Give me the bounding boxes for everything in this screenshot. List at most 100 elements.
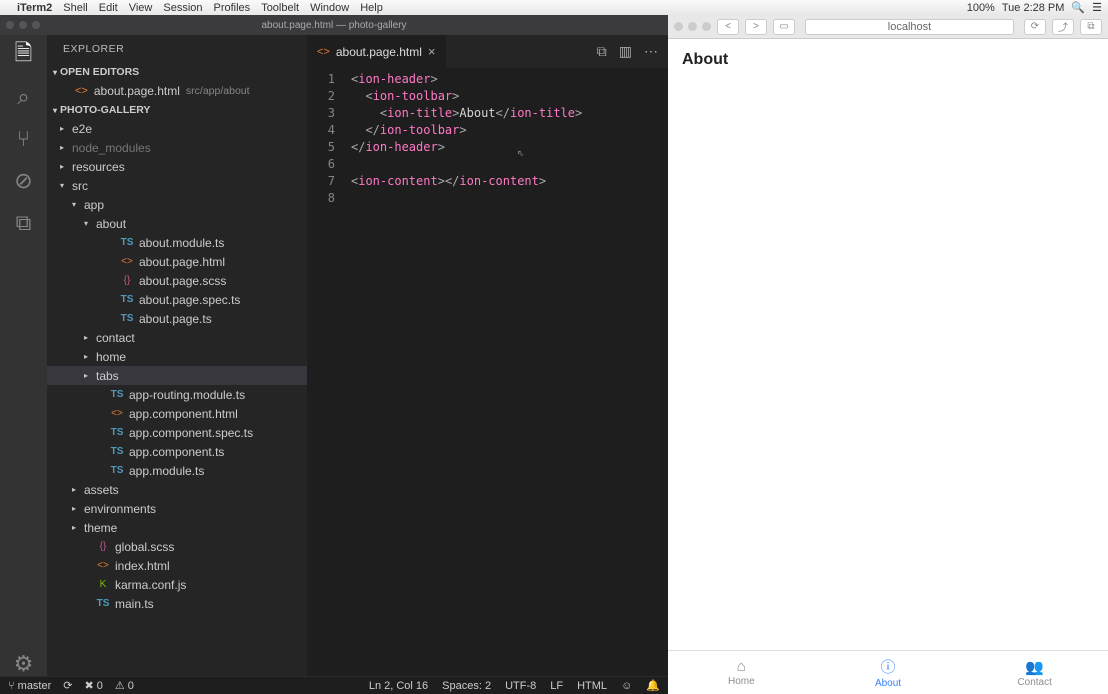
- settings-icon[interactable]: ⚙: [12, 652, 36, 676]
- tree-item-label: about.module.ts: [139, 236, 224, 250]
- menu-help[interactable]: Help: [360, 2, 383, 14]
- chevron-icon: [69, 523, 79, 532]
- language[interactable]: HTML: [577, 680, 607, 692]
- battery-percent[interactable]: 100%: [967, 2, 995, 14]
- folder-item[interactable]: contact: [47, 328, 307, 347]
- spaces[interactable]: Spaces: 2: [442, 680, 491, 692]
- file-item[interactable]: Kkarma.conf.js: [47, 575, 307, 594]
- ts-file-icon: TS: [110, 389, 124, 400]
- file-item[interactable]: TSapp.component.spec.ts: [47, 423, 307, 442]
- file-item[interactable]: {}about.page.scss: [47, 271, 307, 290]
- tree-item-label: about: [96, 217, 126, 231]
- menu-view[interactable]: View: [129, 2, 153, 14]
- folder-item[interactable]: assets: [47, 480, 307, 499]
- tree-item-label: about.page.scss: [139, 274, 226, 288]
- extensions-icon[interactable]: ⧉: [12, 211, 36, 235]
- ts-file-icon: TS: [96, 598, 110, 609]
- compare-icon[interactable]: ⧉: [597, 43, 607, 60]
- back-button[interactable]: <: [717, 19, 739, 35]
- folder-item[interactable]: e2e: [47, 119, 307, 138]
- sidebar: EXPLORER ▾OPEN EDITORS <> about.page.htm…: [47, 35, 307, 676]
- file-item[interactable]: <>index.html: [47, 556, 307, 575]
- split-editor-icon[interactable]: ▥: [619, 43, 632, 60]
- tree-item-label: about.page.spec.ts: [139, 293, 240, 307]
- file-item[interactable]: TSabout.page.spec.ts: [47, 290, 307, 309]
- folder-item[interactable]: resources: [47, 157, 307, 176]
- editor-tab[interactable]: <> about.page.html ×: [307, 35, 446, 68]
- traffic-lights[interactable]: [6, 21, 40, 29]
- folder-item[interactable]: node_modules: [47, 138, 307, 157]
- folder-item[interactable]: tabs: [47, 366, 307, 385]
- tab-actions: ⧉ ▥ ⋯: [597, 35, 668, 68]
- app-tab-bar: ⌂HomeⓘAbout👥Contact: [668, 650, 1108, 694]
- eol[interactable]: LF: [550, 680, 563, 692]
- reload-icon[interactable]: ⟳: [1024, 19, 1046, 35]
- file-item[interactable]: TSapp.module.ts: [47, 461, 307, 480]
- open-editor-item[interactable]: <> about.page.html src/app/about: [47, 81, 307, 101]
- menu-window[interactable]: Window: [310, 2, 349, 14]
- file-item[interactable]: <> app.component.html: [47, 404, 307, 423]
- chevron-icon: [69, 200, 79, 209]
- menu-session[interactable]: Session: [163, 2, 202, 14]
- forward-button[interactable]: >: [745, 19, 767, 35]
- project-section[interactable]: ▾PHOTO-GALLERY: [47, 101, 307, 119]
- app-tab-contact[interactable]: 👥Contact: [961, 651, 1108, 694]
- menu-shell[interactable]: Shell: [63, 2, 87, 14]
- folder-item[interactable]: home: [47, 347, 307, 366]
- more-icon[interactable]: ⋯: [644, 43, 658, 60]
- code-editor[interactable]: 12345678 <ion-header> <ion-toolbar> <ion…: [307, 68, 668, 676]
- sync-icon[interactable]: ⟳: [63, 679, 72, 692]
- open-file-name: about.page.html: [94, 84, 180, 98]
- folder-item[interactable]: theme: [47, 518, 307, 537]
- tabs-icon[interactable]: ⧉: [1080, 19, 1102, 35]
- file-item[interactable]: TSapp-routing.module.ts: [47, 385, 307, 404]
- sidebar-button-icon[interactable]: ▭: [773, 19, 795, 35]
- cursor-position[interactable]: Ln 2, Col 16: [369, 680, 428, 692]
- tree-item-label: home: [96, 350, 126, 364]
- share-icon[interactable]: ⤴: [1052, 19, 1074, 35]
- menu-toolbelt[interactable]: Toolbelt: [261, 2, 299, 14]
- scm-icon[interactable]: ⑂: [12, 127, 36, 151]
- open-file-path: src/app/about: [186, 85, 250, 97]
- folder-item[interactable]: src: [47, 176, 307, 195]
- clock[interactable]: Tue 2:28 PM: [1002, 2, 1065, 14]
- git-branch[interactable]: ⑂ master: [8, 680, 51, 692]
- tab-label: about.page.html: [336, 45, 422, 59]
- tree-item-label: app.component.html: [129, 407, 238, 421]
- app-tab-home[interactable]: ⌂Home: [668, 651, 815, 694]
- warnings[interactable]: ⚠ 0: [115, 679, 134, 692]
- browser-traffic-lights[interactable]: [674, 22, 711, 31]
- file-item[interactable]: TSmain.ts: [47, 594, 307, 613]
- folder-item[interactable]: environments: [47, 499, 307, 518]
- explorer-icon[interactable]: 🗎: [12, 43, 36, 67]
- folder-item[interactable]: about: [47, 214, 307, 233]
- file-item[interactable]: TSabout.module.ts: [47, 233, 307, 252]
- debug-icon[interactable]: ⊘: [12, 169, 36, 193]
- bell-icon[interactable]: 🔔: [646, 679, 660, 692]
- open-editors-section[interactable]: ▾OPEN EDITORS: [47, 63, 307, 81]
- menu-edit[interactable]: Edit: [99, 2, 118, 14]
- search-spotlight-icon[interactable]: 🔍: [1071, 1, 1085, 14]
- mac-menu-bar: iTerm2 Shell Edit View Session Profiles …: [0, 0, 1108, 15]
- app-content: [668, 81, 1108, 650]
- app-tab-about[interactable]: ⓘAbout: [815, 651, 962, 694]
- tree-item-label: theme: [84, 521, 117, 535]
- menu-profiles[interactable]: Profiles: [214, 2, 251, 14]
- errors[interactable]: ✖ 0: [85, 679, 103, 692]
- html-file-icon: <>: [110, 408, 124, 419]
- editor-area: <> about.page.html × ⧉ ▥ ⋯ 12345678 <ion…: [307, 35, 668, 676]
- file-item[interactable]: TSapp.component.ts: [47, 442, 307, 461]
- file-item[interactable]: TSabout.page.ts: [47, 309, 307, 328]
- url-bar[interactable]: localhost: [805, 19, 1014, 35]
- code-content[interactable]: <ion-header> <ion-toolbar> <ion-title>Ab…: [351, 68, 668, 676]
- close-tab-icon[interactable]: ×: [428, 44, 436, 59]
- folder-item[interactable]: app: [47, 195, 307, 214]
- encoding[interactable]: UTF-8: [505, 680, 536, 692]
- menu-hamburger-icon[interactable]: ☰: [1092, 1, 1102, 14]
- app-name[interactable]: iTerm2: [17, 2, 52, 14]
- file-item[interactable]: <>about.page.html: [47, 252, 307, 271]
- search-icon[interactable]: ⌕: [12, 85, 36, 109]
- browser-toolbar: < > ▭ localhost ⟳ ⤴ ⧉: [668, 15, 1108, 39]
- file-item[interactable]: {}global.scss: [47, 537, 307, 556]
- feedback-icon[interactable]: ☺: [621, 680, 632, 692]
